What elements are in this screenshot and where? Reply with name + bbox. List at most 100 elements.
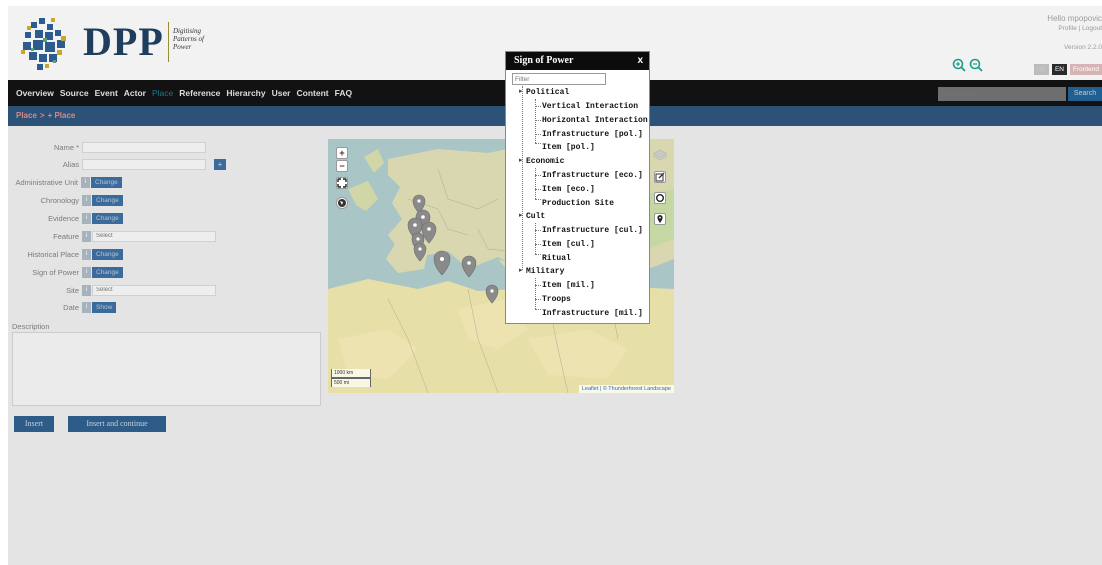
alias-field[interactable] [82, 158, 206, 170]
breadcrumb-parent[interactable]: Place [16, 111, 37, 120]
tree-node-horizontal-interaction[interactable]: Horizontal Interaction [542, 116, 648, 125]
tree-node-item-cul[interactable]: Item [cul.] [542, 240, 595, 249]
tree-node-infrastructure-eco[interactable]: Infrastructure [eco.] [542, 171, 643, 180]
menu-item-source[interactable]: Source [60, 88, 89, 98]
tree-line [535, 299, 541, 300]
historical-place-change-button[interactable]: Change [92, 248, 123, 260]
tree-node-production-site[interactable]: Production Site [542, 199, 614, 208]
fullscreen-icon[interactable] [336, 177, 348, 189]
menu-item-hierarchy[interactable]: Hierarchy [226, 88, 265, 98]
tree-node-item-pol[interactable]: Item [pol.] [542, 143, 595, 152]
tree-line [535, 106, 541, 107]
tree-node-item-mil[interactable]: Item [mil.] [542, 281, 595, 290]
tree-toggle[interactable]: ▸ [519, 156, 523, 164]
zoom-out-icon[interactable] [969, 58, 983, 72]
menu-item-reference[interactable]: Reference [179, 88, 220, 98]
tree-line [535, 134, 541, 135]
tree-line [535, 199, 541, 200]
user-links[interactable]: Profile | Logout [982, 24, 1102, 34]
tree-node-ritual[interactable]: Ritual [542, 254, 571, 263]
info-icon[interactable]: i [82, 212, 91, 224]
site-select[interactable] [92, 284, 216, 296]
chronology-change-button[interactable]: Change [92, 194, 123, 206]
tree-line [535, 168, 536, 199]
tree-node-infrastructure-mil[interactable]: Infrastructure [mil.] [542, 309, 643, 318]
menu-item-place[interactable]: Place [152, 88, 173, 98]
tree-node-item-eco[interactable]: Item [eco.] [542, 185, 595, 194]
admin-unit-change-button[interactable]: Change [91, 176, 122, 188]
add-alias-button[interactable]: + [214, 158, 226, 170]
scale-km: 1000 km [331, 369, 371, 378]
zoom-in-icon[interactable] [952, 58, 966, 72]
close-icon[interactable]: x [637, 52, 643, 70]
lang-de-button[interactable]: DE [1033, 64, 1049, 75]
layers-icon[interactable] [652, 147, 668, 163]
filter-input[interactable] [512, 73, 606, 85]
frontend-button[interactable]: Frontend [1069, 64, 1102, 75]
search-input[interactable] [938, 87, 1066, 101]
form-row-alias: Alias + [8, 158, 226, 170]
marker-icon[interactable] [654, 213, 666, 225]
tree-line [535, 244, 541, 245]
alias-label: Alias [62, 159, 79, 169]
info-icon[interactable]: i [82, 194, 91, 206]
main-menu: Overview Source Event Actor Place Refere… [16, 80, 352, 106]
menu-item-faq[interactable]: FAQ [335, 88, 352, 98]
tree-line [522, 86, 523, 270]
form-row-chronology: Chronology i Change [8, 194, 123, 206]
evidence-change-button[interactable]: Change [92, 212, 123, 224]
map-zoom-in-button[interactable]: + [336, 147, 348, 159]
menu-item-user[interactable]: User [272, 88, 291, 98]
admin-unit-label: Administrative Unit [15, 177, 78, 187]
tree-line [535, 120, 541, 121]
tree-node-infrastructure-pol[interactable]: Infrastructure [pol.] [542, 130, 643, 139]
circle-icon[interactable] [654, 192, 666, 204]
form-row-admin-unit: Administrative Unit i Change [8, 176, 122, 188]
lang-en-button[interactable]: EN [1051, 64, 1067, 75]
sign-of-power-dialog: Sign of Power x ▸ Political Vertical Int… [505, 51, 650, 324]
tree-node-economic[interactable]: Economic [526, 157, 564, 166]
feature-label: Feature [53, 231, 79, 241]
tree-node-vertical-interaction[interactable]: Vertical Interaction [542, 102, 638, 111]
description-field[interactable] [12, 332, 321, 406]
insert-button[interactable]: Insert [14, 416, 54, 432]
menu-item-overview[interactable]: Overview [16, 88, 54, 98]
tree-node-military[interactable]: Military [526, 267, 564, 276]
menu-item-event[interactable]: Event [95, 88, 118, 98]
tree-node-cult[interactable]: Cult [526, 212, 545, 221]
tree-toggle[interactable]: ▸ [519, 211, 523, 219]
tree-line [535, 230, 541, 231]
feature-select[interactable] [92, 230, 216, 242]
form-row-evidence: Evidence i Change [8, 212, 123, 224]
tree-line [535, 309, 541, 310]
info-icon[interactable]: i [82, 230, 91, 242]
scale-mi: 500 mi [331, 378, 371, 387]
tree-node-infrastructure-cul[interactable]: Infrastructure [cul.] [542, 226, 643, 235]
edit-icon[interactable] [654, 171, 666, 183]
info-icon[interactable]: i [82, 266, 91, 278]
user-greeting: Hello mpopovic Profile | Logout [982, 14, 1102, 34]
search-button[interactable]: Search [1068, 87, 1102, 101]
menu-item-content[interactable]: Content [297, 88, 329, 98]
insert-and-continue-button[interactable]: Insert and continue [68, 416, 166, 432]
form-row-sign-of-power: Sign of Power i Change [8, 266, 123, 278]
tree-toggle[interactable]: ▸ [519, 266, 523, 274]
map-zoom-out-button[interactable]: − [336, 160, 348, 172]
menu-item-actor[interactable]: Actor [124, 88, 146, 98]
tree-node-troops[interactable]: Troops [542, 295, 571, 304]
tree-node-political[interactable]: Political [526, 88, 569, 97]
evidence-label: Evidence [48, 213, 79, 223]
form-row-site: Site i [8, 284, 216, 296]
info-icon[interactable]: i [82, 301, 91, 313]
info-icon[interactable]: i [81, 176, 90, 188]
date-show-button[interactable]: Show [92, 301, 117, 313]
map-attribution[interactable]: Leaflet | © Thunderforest Landscape [578, 385, 674, 393]
name-field[interactable] [82, 141, 206, 153]
info-icon[interactable]: i [82, 248, 91, 260]
tree-line [535, 223, 536, 254]
sign-of-power-change-button[interactable]: Change [92, 266, 123, 278]
tree-toggle[interactable]: ▸ [519, 87, 523, 95]
globe-icon[interactable] [336, 197, 348, 209]
info-icon[interactable]: i [82, 284, 91, 296]
breadcrumb-separator: > [39, 111, 45, 120]
